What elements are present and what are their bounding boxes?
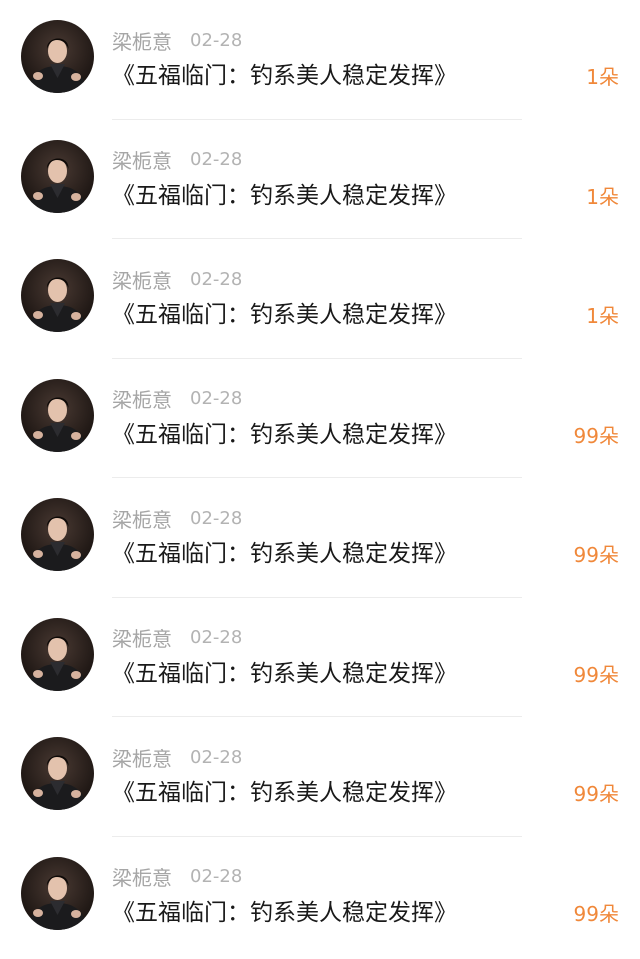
timestamp: 02-28 <box>190 29 243 51</box>
list-item[interactable]: 梁栀意 02-28 《五福临门：钓系美人稳定发挥》 99朵 <box>0 598 640 717</box>
message-text: 《五福临门：钓系美人稳定发挥》 <box>112 541 457 567</box>
gift-count: 1朵 <box>586 304 619 328</box>
gift-count: 1朵 <box>586 65 619 89</box>
avatar[interactable] <box>21 378 94 452</box>
list-item[interactable]: 梁栀意 02-28 《五福临门：钓系美人稳定发挥》 99朵 <box>0 717 640 837</box>
gift-count: 1朵 <box>586 184 619 209</box>
item-meta: 梁栀意 02-28 <box>112 147 242 173</box>
avatar-image <box>21 378 94 452</box>
comment-list: 梁栀意 02-28 《五福临门：钓系美人稳定发挥》 1朵 梁栀意 02-28 《… <box>0 0 640 956</box>
avatar-image <box>21 856 94 930</box>
list-item[interactable]: 梁栀意 02-28 《五福临门：钓系美人稳定发挥》 99朵 <box>0 359 640 478</box>
avatar[interactable] <box>21 737 94 810</box>
author-name[interactable]: 梁栀意 <box>112 743 172 772</box>
avatar[interactable] <box>21 856 94 930</box>
avatar-image <box>21 259 94 332</box>
message-text: 《五福临门：钓系美人稳定发挥》 <box>112 302 457 328</box>
item-meta: 梁栀意 02-28 <box>112 625 242 651</box>
avatar-image <box>21 617 94 691</box>
gift-count: 99朵 <box>573 901 619 926</box>
gift-count: 99朵 <box>573 782 619 806</box>
avatar-image <box>21 737 94 810</box>
avatar[interactable] <box>21 259 94 332</box>
message-text: 《五福临门：钓系美人稳定发挥》 <box>112 421 457 448</box>
timestamp: 02-28 <box>190 268 243 290</box>
timestamp: 02-28 <box>190 388 243 409</box>
timestamp: 02-28 <box>190 746 243 768</box>
author-name[interactable]: 梁栀意 <box>112 26 172 55</box>
item-meta: 梁栀意 02-28 <box>112 386 242 412</box>
list-item[interactable]: 梁栀意 02-28 《五福临门：钓系美人稳定发挥》 1朵 <box>0 120 640 239</box>
avatar[interactable] <box>21 20 94 93</box>
message-text: 《五福临门：钓系美人稳定发挥》 <box>112 182 457 209</box>
item-meta: 梁栀意 02-28 <box>112 26 243 55</box>
gift-count: 99朵 <box>573 543 619 567</box>
message-text: 《五福临门：钓系美人稳定发挥》 <box>112 63 457 89</box>
author-name[interactable]: 梁栀意 <box>112 145 172 174</box>
list-item[interactable]: 梁栀意 02-28 《五福临门：钓系美人稳定发挥》 1朵 <box>0 239 640 359</box>
message-text: 《五福临门：钓系美人稳定发挥》 <box>112 780 457 806</box>
timestamp: 02-28 <box>190 149 243 170</box>
gift-count: 99朵 <box>573 423 619 448</box>
avatar-image <box>21 20 94 93</box>
avatar-image <box>21 498 94 571</box>
list-item[interactable]: 梁栀意 02-28 《五福临门：钓系美人稳定发挥》 1朵 <box>0 0 640 120</box>
author-name[interactable]: 梁栀意 <box>112 862 172 891</box>
timestamp: 02-28 <box>190 507 243 529</box>
avatar[interactable] <box>21 617 94 691</box>
message-text: 《五福临门：钓系美人稳定发挥》 <box>112 660 457 687</box>
author-name[interactable]: 梁栀意 <box>112 384 172 413</box>
avatar[interactable] <box>21 498 94 571</box>
timestamp: 02-28 <box>190 866 243 887</box>
author-name[interactable]: 梁栀意 <box>112 623 172 652</box>
avatar[interactable] <box>21 139 94 213</box>
item-meta: 梁栀意 02-28 <box>112 265 243 294</box>
timestamp: 02-28 <box>190 627 243 648</box>
item-meta: 梁栀意 02-28 <box>112 864 242 890</box>
author-name[interactable]: 梁栀意 <box>112 504 172 533</box>
item-meta: 梁栀意 02-28 <box>112 743 243 772</box>
list-item[interactable]: 梁栀意 02-28 《五福临门：钓系美人稳定发挥》 99朵 <box>0 837 640 957</box>
item-meta: 梁栀意 02-28 <box>112 504 243 533</box>
gift-count: 99朵 <box>573 662 619 687</box>
author-name[interactable]: 梁栀意 <box>112 265 172 294</box>
list-item[interactable]: 梁栀意 02-28 《五福临门：钓系美人稳定发挥》 99朵 <box>0 478 640 598</box>
avatar-image <box>21 139 94 213</box>
message-text: 《五福临门：钓系美人稳定发挥》 <box>112 899 457 926</box>
